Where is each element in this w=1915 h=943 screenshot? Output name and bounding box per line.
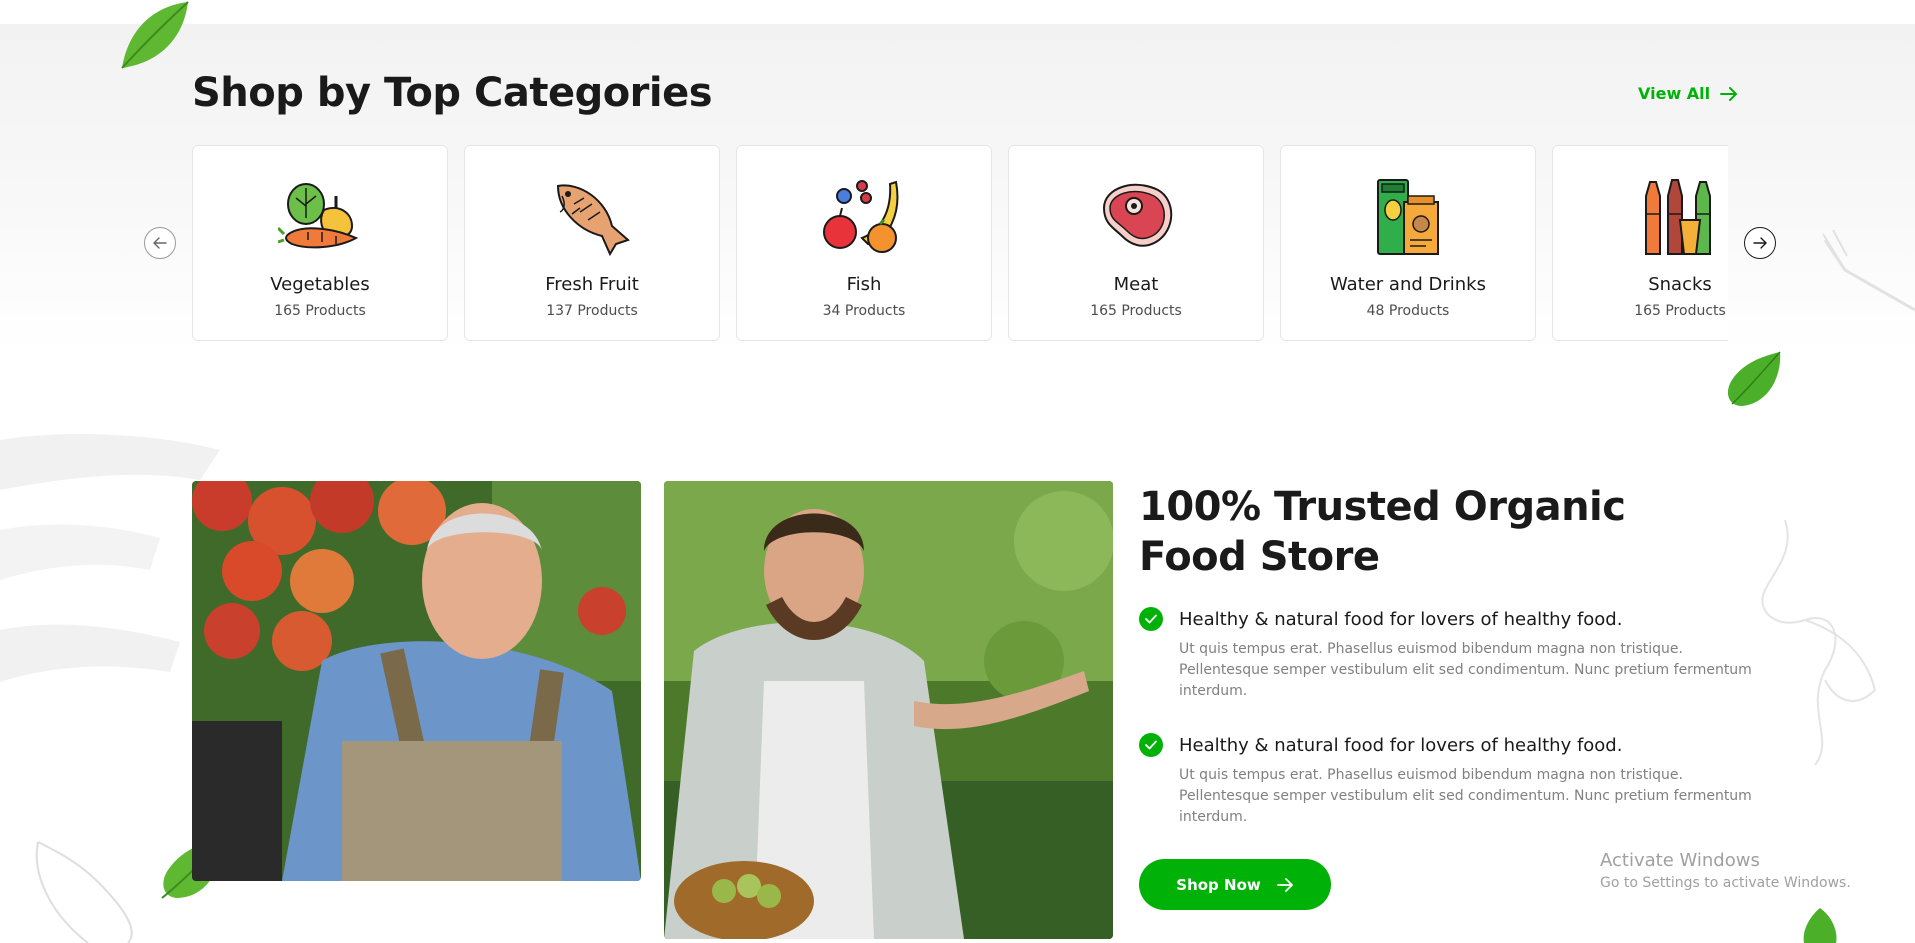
feature-description: Ut quis tempus erat. Phasellus euismod b…	[1179, 641, 1752, 699]
fork-sketch-decoration	[1822, 230, 1915, 312]
leaf-decoration-bottom-right	[1803, 908, 1837, 943]
top-strip	[0, 0, 1915, 24]
view-all-label: View All	[1638, 84, 1711, 103]
arrow-right-icon	[1753, 237, 1767, 249]
drinks-icon	[1366, 174, 1450, 258]
category-count: 137 Products	[546, 303, 638, 319]
fish-icon	[550, 174, 634, 258]
category-name: Water and Drinks	[1330, 274, 1486, 295]
category-card-vegetables[interactable]: Vegetables 165 Products	[192, 145, 448, 341]
farmer-with-apples-photo	[192, 481, 641, 881]
category-name: Fresh Fruit	[545, 274, 639, 295]
vegetables-icon	[276, 174, 362, 258]
category-count: 165 Products	[1634, 303, 1726, 319]
category-name: Fish	[846, 274, 882, 295]
category-name: Snacks	[1648, 274, 1712, 295]
activate-title: Activate Windows	[1600, 850, 1760, 871]
feature-title: Healthy & natural food for lovers of hea…	[1179, 734, 1623, 756]
category-card-fresh-fruit[interactable]: Fresh Fruit 137 Products	[464, 145, 720, 341]
category-count: 48 Products	[1366, 303, 1450, 319]
eggplant-sketch-decoration	[35, 841, 133, 943]
category-card-meat[interactable]: Meat 165 Products	[1008, 145, 1264, 341]
activate-subtitle: Go to Settings to activate Windows.	[1600, 875, 1851, 891]
view-all-link[interactable]: View All	[1638, 84, 1738, 103]
arrow-left-icon	[153, 237, 167, 249]
category-name: Vegetables	[270, 274, 370, 295]
shop-now-button[interactable]: Shop Now	[1139, 859, 1331, 910]
feature-title: Healthy & natural food for lovers of hea…	[1179, 608, 1623, 630]
bottles-icon	[1638, 174, 1722, 258]
category-card-snacks[interactable]: Snacks 165 Products	[1552, 145, 1728, 341]
check-icon	[1139, 733, 1163, 757]
leaf-decoration-top	[121, 1, 189, 69]
category-carousel: Vegetables 165 Products Fresh Fruit 137 …	[192, 145, 1728, 341]
carousel-next-button[interactable]	[1744, 227, 1776, 259]
category-name: Meat	[1113, 274, 1159, 295]
category-card-fish[interactable]: Fish 34 Products	[736, 145, 992, 341]
feature-item: Healthy & natural food for lovers of hea…	[1139, 607, 1779, 702]
category-card-water-and-drinks[interactable]: Water and Drinks 48 Products	[1280, 145, 1536, 341]
category-count: 165 Products	[274, 303, 366, 319]
category-track: Vegetables 165 Products Fresh Fruit 137 …	[192, 145, 1728, 341]
category-count: 34 Products	[822, 303, 906, 319]
categories-title: Shop by Top Categories	[192, 70, 713, 116]
about-title: 100% Trusted Organic Food Store	[1139, 484, 1626, 580]
fruits-icon	[822, 174, 906, 258]
windows-activation-watermark: Activate Windows Go to Settings to activ…	[1600, 850, 1851, 891]
feature-item: Healthy & natural food for lovers of hea…	[1139, 733, 1779, 828]
arrow-right-icon	[1720, 86, 1738, 101]
carousel-prev-button[interactable]	[144, 227, 176, 259]
category-count: 165 Products	[1090, 303, 1182, 319]
arrow-right-icon	[1276, 877, 1293, 892]
meat-icon	[1094, 174, 1178, 258]
leaf-decoration-right	[1727, 351, 1781, 406]
man-picking-fruit-photo	[664, 481, 1113, 939]
feature-description: Ut quis tempus erat. Phasellus euismod b…	[1179, 767, 1752, 825]
shop-now-label: Shop Now	[1176, 875, 1261, 894]
check-icon	[1139, 607, 1163, 631]
